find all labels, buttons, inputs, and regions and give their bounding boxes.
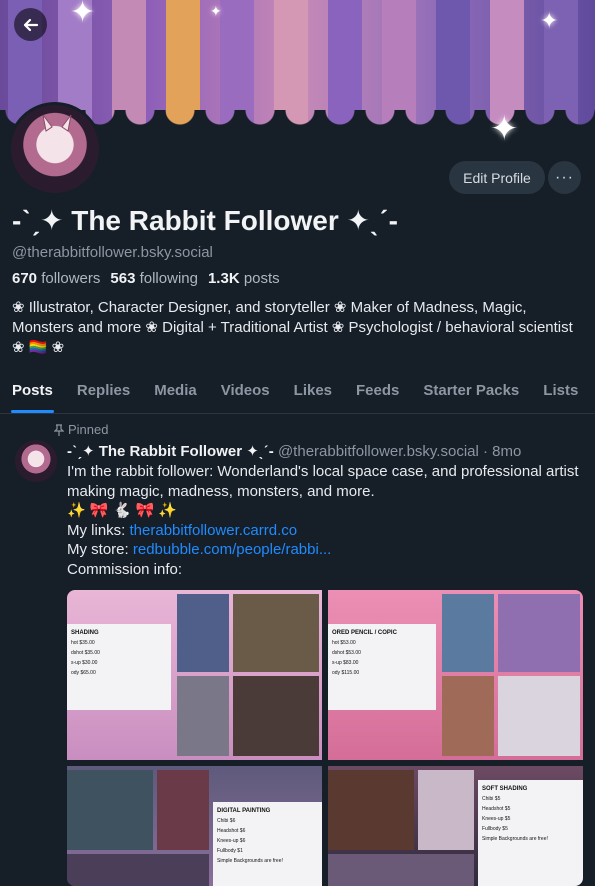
post-header: -ˋˏ✦ The Rabbit Follower ✦ˎˊ- @therabbit… [67, 442, 521, 460]
sparkle-icon: ✦ [70, 0, 96, 29]
sparkle-icon: ✦ [210, 3, 222, 19]
tab-feeds[interactable]: Feeds [344, 372, 411, 413]
price-card: DIGITAL PAINTING Chibi $6 Headshot $6 Kn… [213, 802, 322, 886]
post-separator: · [483, 443, 488, 460]
post-image-3[interactable]: DIGITAL PAINTING Chibi $6 Headshot $6 Kn… [67, 766, 322, 886]
carrd-link[interactable]: therabbitfollower.carrd.co [130, 522, 298, 539]
followers-stat[interactable]: 670 followers [12, 270, 100, 287]
arrow-left-icon [23, 18, 38, 31]
edit-profile-button[interactable]: Edit Profile [449, 161, 545, 194]
following-stat[interactable]: 563 following [110, 270, 198, 287]
profile-avatar[interactable] [8, 102, 102, 196]
redbubble-link[interactable]: redbubble.com/people/rabbi... [133, 541, 331, 558]
post-links-line: My links: therabbitfollower.carrd.co [67, 521, 298, 539]
tab-replies[interactable]: Replies [65, 372, 142, 413]
post-store-line: My store: redbubble.com/people/rabbi... [67, 541, 332, 558]
post-author-name[interactable]: -ˋˏ✦ The Rabbit Follower ✦ˎˊ- [67, 443, 274, 460]
more-options-button[interactable]: ··· [548, 161, 581, 194]
display-name: -ˋˏ✦ The Rabbit Follower ✦ˎˊ- [12, 205, 398, 236]
profile-bio: ❀ Illustrator, Character Designer, and s… [12, 299, 573, 356]
post-image-grid: SHADING hot $35.00 dshot $35.00 s-up $30… [67, 590, 583, 886]
post-line: I'm the rabbit follower: Wonderland's lo… [67, 463, 579, 500]
post-commission-line: Commission info: [67, 560, 183, 578]
posts-stat: 1.3K posts [207, 270, 280, 287]
profile-stats: 670 followers 563 following 1.3K posts [12, 270, 280, 287]
post-author-handle[interactable]: @therabbitfollower.bsky.social [278, 443, 479, 460]
post-author-avatar[interactable] [15, 440, 57, 482]
post-image-1[interactable]: SHADING hot $35.00 dshot $35.00 s-up $30… [67, 590, 322, 760]
tab-lists[interactable]: Lists [531, 372, 590, 413]
post-timestamp[interactable]: 8mo [492, 443, 521, 460]
post-emoji-line: ✨ 🎀 🐇 🎀 ✨ [67, 502, 178, 519]
rabbit-mask-icon [42, 114, 72, 132]
post-image-2[interactable]: ORED PENCIL / COPIC hot $53.00 dshot $53… [328, 590, 583, 760]
pin-icon [54, 423, 64, 436]
sparkle-icon: ✦ [490, 110, 519, 148]
post-image-4[interactable]: SOFT SHADING Chibi $5 Headshot $5 Knees-… [328, 766, 583, 886]
tab-likes[interactable]: Likes [282, 372, 344, 413]
sparkle-icon: ✦ [540, 8, 559, 33]
tab-starter-packs[interactable]: Starter Packs [411, 372, 531, 413]
price-card: SHADING hot $35.00 dshot $35.00 s-up $30… [67, 624, 171, 710]
tab-media[interactable]: Media [142, 372, 209, 413]
back-button[interactable] [14, 8, 47, 41]
pinned-indicator: Pinned [54, 422, 108, 437]
profile-tabs: Posts Replies Media Videos Likes Feeds S… [0, 372, 595, 414]
profile-handle: @therabbitfollower.bsky.social [12, 244, 213, 261]
tab-posts[interactable]: Posts [0, 372, 65, 413]
price-card: SOFT SHADING Chibi $5 Headshot $5 Knees-… [478, 780, 583, 886]
tab-videos[interactable]: Videos [209, 372, 282, 413]
price-card: ORED PENCIL / COPIC hot $53.00 dshot $53… [328, 624, 436, 710]
post-text: I'm the rabbit follower: Wonderland's lo… [67, 462, 582, 579]
